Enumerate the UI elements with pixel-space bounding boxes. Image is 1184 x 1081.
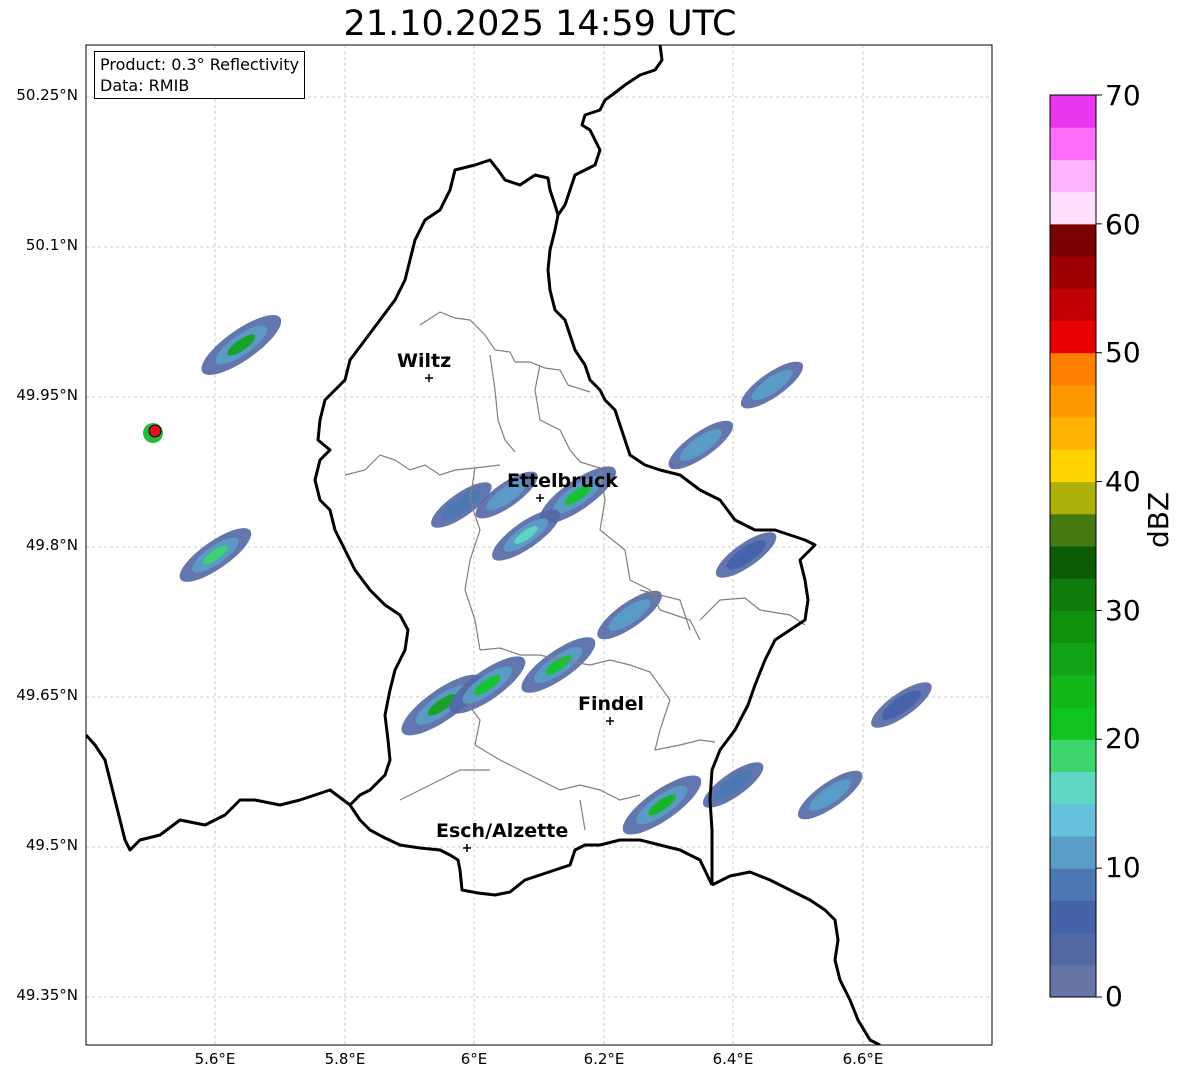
- lat-label: 49.8°N: [25, 536, 78, 554]
- lon-label: 6.6°E: [842, 1050, 884, 1068]
- colorbar-tick: 70: [1105, 79, 1141, 112]
- lat-label: 50.25°N: [16, 86, 78, 104]
- colorbar-segment: [1050, 739, 1096, 772]
- colorbar-tick: 0: [1105, 980, 1123, 1013]
- lat-label: 49.95°N: [16, 386, 78, 404]
- colorbar-segment: [1050, 288, 1096, 321]
- colorbar-segment: [1050, 384, 1096, 418]
- colorbar-segment: [1050, 320, 1096, 354]
- colorbar-segment: [1050, 223, 1096, 257]
- lon-label: 6°E: [460, 1050, 488, 1068]
- colorbar-segment: [1050, 513, 1096, 547]
- colorbar-tick: 20: [1105, 722, 1141, 755]
- colorbar-tick: 10: [1105, 851, 1141, 884]
- colorbar-segment: [1050, 481, 1096, 515]
- radar-map: [85, 44, 1102, 1046]
- lon-label: 6.2°E: [583, 1050, 625, 1068]
- colorbar-segment: [1050, 546, 1096, 579]
- colorbar-segment: [1050, 95, 1096, 128]
- colorbar-segment: [1050, 868, 1096, 901]
- city-label-wiltz: Wiltz: [397, 350, 452, 372]
- colorbar-segment: [1050, 449, 1096, 483]
- lon-label: 6.4°E: [712, 1050, 754, 1068]
- colorbar-segment: [1050, 932, 1096, 966]
- colorbar-tick: 40: [1105, 465, 1141, 498]
- colorbar-label: dBZ: [1142, 491, 1175, 548]
- colorbar-segment: [1050, 771, 1096, 805]
- lat-label: 49.5°N: [25, 836, 78, 854]
- city-label-esch-alzette: Esch/Alzette: [436, 820, 569, 842]
- lat-label: 50.1°N: [25, 236, 78, 254]
- colorbar-segment: [1050, 674, 1096, 708]
- colorbar-segment: [1050, 191, 1096, 225]
- colorbar-segment: [1050, 256, 1096, 289]
- lon-label: 5.8°E: [324, 1050, 366, 1068]
- colorbar-segment: [1050, 803, 1096, 837]
- radar-site-marker: [143, 423, 163, 443]
- colorbar-segment: [1050, 900, 1096, 934]
- colorbar-segment: [1050, 352, 1096, 386]
- colorbar-segment: [1050, 964, 1096, 998]
- product-info-box: Product: 0.3° Reflectivity Data: RMIB: [94, 51, 306, 99]
- colorbar-tick: 30: [1105, 594, 1141, 627]
- lat-label: 49.35°N: [16, 986, 78, 1004]
- colorbar: [1049, 94, 1102, 998]
- colorbar-segment: [1050, 417, 1096, 450]
- colorbar-tick: 50: [1105, 336, 1141, 369]
- colorbar-segment: [1050, 610, 1096, 644]
- city-label-findel: Findel: [578, 693, 645, 715]
- colorbar-segment: [1050, 578, 1096, 611]
- city-label-ettelbruck: Ettelbruck: [507, 470, 618, 492]
- colorbar-segment: [1050, 835, 1096, 869]
- colorbar-segment: [1050, 159, 1096, 193]
- lat-label: 49.65°N: [16, 686, 78, 704]
- product-text: Product: 0.3° Reflectivity: [100, 55, 300, 74]
- colorbar-segment: [1050, 707, 1096, 740]
- colorbar-segment: [1050, 127, 1096, 160]
- colorbar-segment: [1050, 642, 1096, 676]
- lon-label: 5.6°E: [194, 1050, 236, 1068]
- data-source-text: Data: RMIB: [100, 76, 190, 95]
- colorbar-tick: 60: [1105, 208, 1141, 241]
